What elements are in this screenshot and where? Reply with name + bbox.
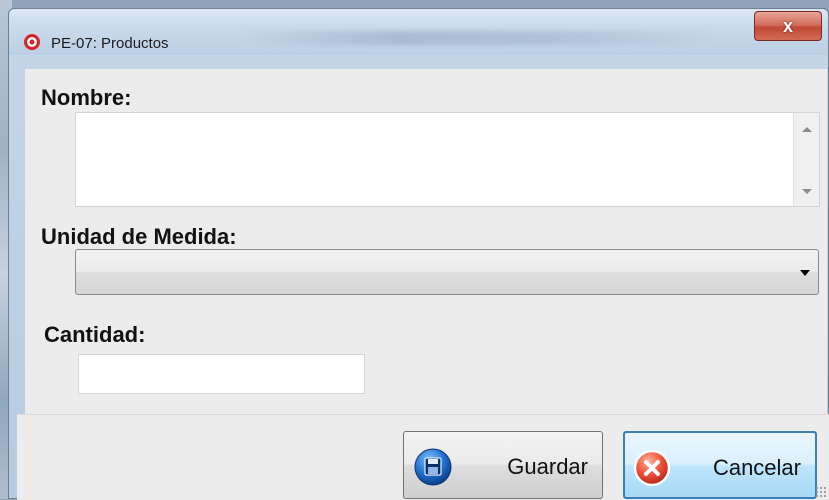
resize-grip[interactable] (815, 486, 827, 498)
form-panel: Nombre: Unidad de Medida: Cantidad: (25, 69, 827, 414)
nombre-input[interactable] (76, 113, 793, 206)
floppy-disk-icon (414, 448, 452, 486)
cancelar-button[interactable]: Cancelar (623, 431, 817, 499)
nombre-field[interactable] (75, 112, 820, 207)
button-bar: Guardar Cancelar (17, 414, 829, 500)
unidad-medida-select[interactable] (75, 249, 819, 295)
productos-dialog: PE-07: Productos x Nombre: Unidad de Med… (8, 8, 829, 500)
chevron-down-icon[interactable] (800, 270, 810, 276)
background-title-blur (239, 31, 719, 45)
close-icon: x (782, 15, 793, 36)
cancel-x-icon (633, 449, 671, 487)
target-icon (24, 34, 40, 50)
scroll-up-icon[interactable] (802, 127, 812, 132)
unidad-medida-label: Unidad de Medida: (41, 224, 237, 249)
cantidad-label: Cantidad: (44, 322, 146, 347)
scroll-down-icon[interactable] (802, 189, 812, 194)
nombre-label: Nombre: (41, 85, 132, 110)
window-title: PE-07: Productos (51, 35, 169, 52)
title-bar[interactable]: PE-07: Productos x (9, 9, 828, 55)
guardar-label: Guardar (507, 454, 588, 479)
guardar-button[interactable]: Guardar (403, 431, 603, 499)
cancelar-label: Cancelar (712, 455, 801, 480)
nombre-scrollbar[interactable] (793, 113, 819, 206)
close-button[interactable]: x (754, 11, 822, 41)
cantidad-input[interactable] (78, 354, 365, 394)
